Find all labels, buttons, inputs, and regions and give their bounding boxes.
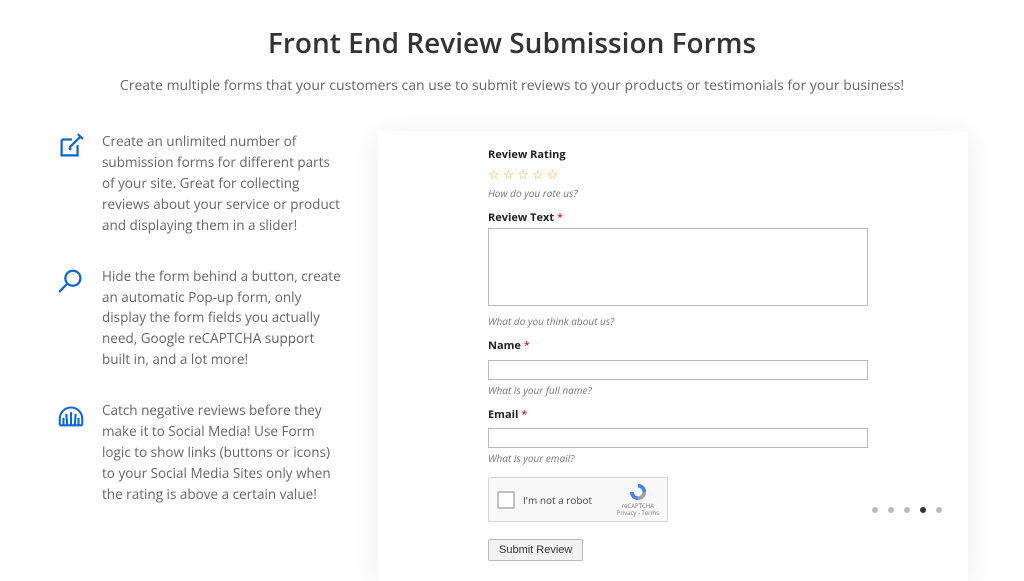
recaptcha-checkbox[interactable] xyxy=(497,491,515,509)
edit-icon xyxy=(56,131,86,161)
feature-text: Hide the form behind a button, create an… xyxy=(102,266,346,371)
rating-help: How do you rate us? xyxy=(488,186,868,200)
feature-item: Hide the form behind a button, create an… xyxy=(56,266,346,371)
carousel-dot[interactable] xyxy=(904,507,910,513)
rating-label: Review Rating xyxy=(488,147,868,162)
page-title: Front End Review Submission Forms xyxy=(56,24,968,62)
feature-text: Create an unlimited number of submission… xyxy=(102,131,346,236)
arch-icon xyxy=(56,400,86,430)
form-preview-card: Review Rating ☆☆☆☆☆ How do you rate us? … xyxy=(378,131,968,581)
feature-item: Catch negative reviews before they make … xyxy=(56,400,346,505)
name-input[interactable] xyxy=(488,360,868,380)
recaptcha-icon xyxy=(628,482,648,502)
carousel-dots[interactable] xyxy=(872,507,942,513)
features-list: Create an unlimited number of submission… xyxy=(56,131,346,581)
feature-text: Catch negative reviews before they make … xyxy=(102,400,346,505)
page-subtitle: Create multiple forms that your customer… xyxy=(56,76,968,95)
carousel-dot[interactable] xyxy=(936,507,942,513)
recaptcha-badge: reCAPTCHA Privacy - Terms xyxy=(617,482,659,516)
review-text-input[interactable] xyxy=(488,228,868,306)
carousel-dot[interactable] xyxy=(920,507,926,513)
recaptcha-label: I'm not a robot xyxy=(523,493,609,507)
carousel-dot[interactable] xyxy=(888,507,894,513)
carousel-dot[interactable] xyxy=(872,507,878,513)
review-text-label: Review Text * xyxy=(488,210,868,225)
email-input[interactable] xyxy=(488,428,868,448)
star-rating[interactable]: ☆☆☆☆☆ xyxy=(488,165,868,183)
review-text-help: What do you think about us? xyxy=(488,314,868,328)
feature-item: Create an unlimited number of submission… xyxy=(56,131,346,236)
email-help: What is your email? xyxy=(488,451,868,465)
name-label: Name * xyxy=(488,338,868,353)
submit-review-button[interactable]: Submit Review xyxy=(488,539,583,561)
email-label: Email * xyxy=(488,407,868,422)
name-help: What is your full name? xyxy=(488,383,868,397)
search-icon xyxy=(56,266,86,296)
recaptcha-widget[interactable]: I'm not a robot reCAPTCHA Privacy - Term… xyxy=(488,477,668,522)
